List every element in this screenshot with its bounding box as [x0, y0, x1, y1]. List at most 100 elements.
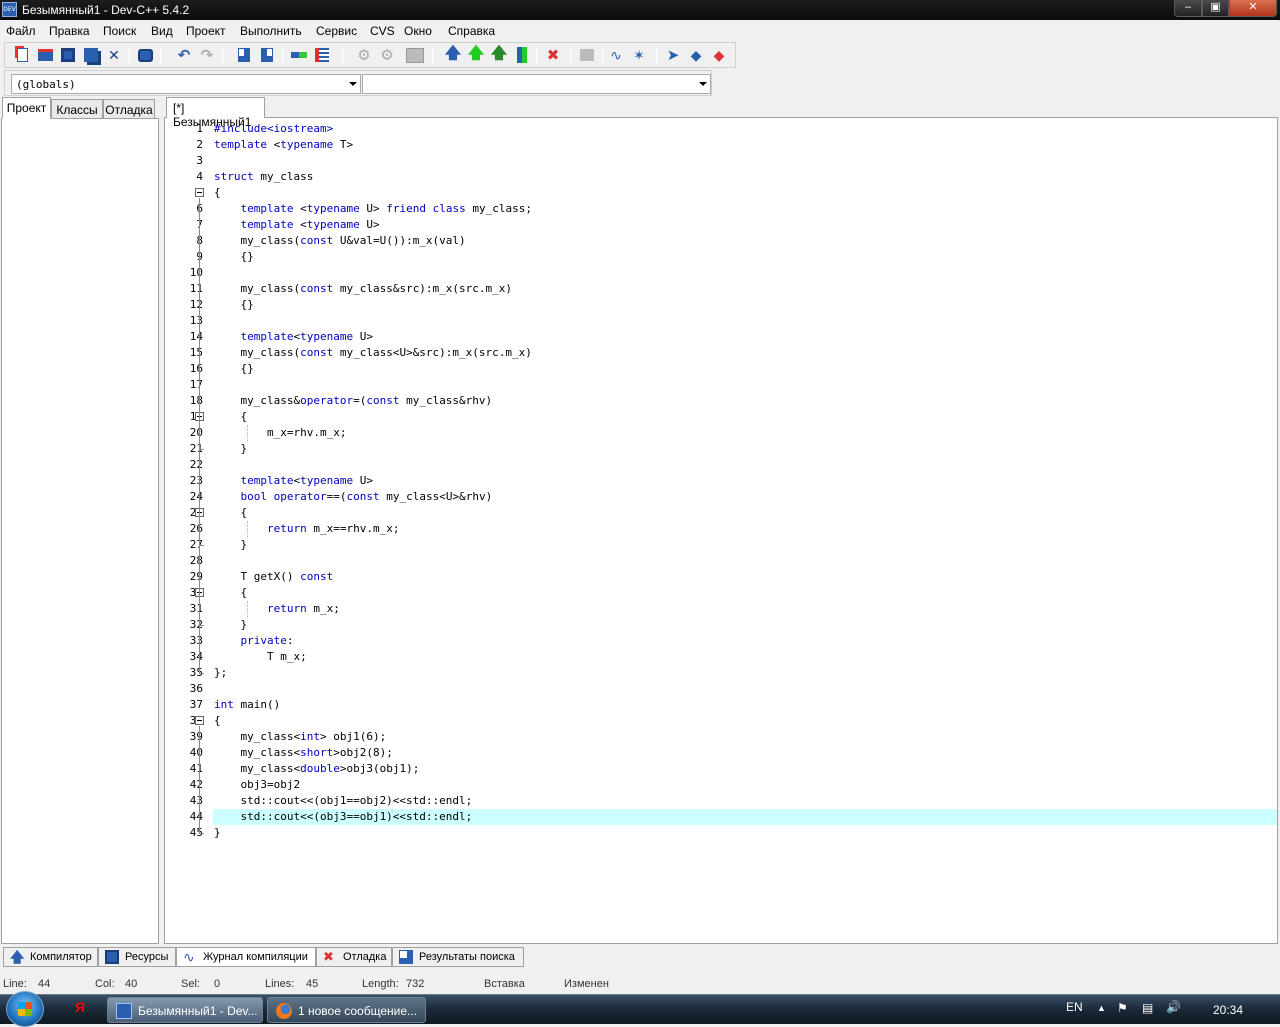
save-icon[interactable]	[59, 46, 77, 64]
code-line[interactable]: }	[213, 537, 1277, 553]
step-over-icon[interactable]: ✶	[630, 46, 648, 64]
menu-search[interactable]: Поиск	[103, 24, 136, 38]
code-line[interactable]	[213, 457, 1277, 473]
code-line[interactable]: {}	[213, 249, 1277, 265]
code-line[interactable]	[213, 553, 1277, 569]
code-line[interactable]: return m_x==rhv.m_x;	[213, 521, 1277, 537]
add-to-project-icon[interactable]: ⚙	[378, 46, 396, 64]
menu-cvs[interactable]: CVS	[370, 24, 395, 38]
new-project-icon[interactable]: ⚙	[355, 46, 373, 64]
menu-help[interactable]: Справка	[448, 24, 495, 38]
replace-icon[interactable]	[258, 46, 276, 64]
help-icon[interactable]: ◆	[687, 46, 705, 64]
code-line[interactable]: }	[213, 441, 1277, 457]
code-line[interactable]: obj3=obj2	[213, 777, 1277, 793]
add-watch-icon[interactable]: ∿	[607, 46, 625, 64]
volume-icon[interactable]: 🔊	[1166, 1000, 1181, 1014]
code-line[interactable]: m_x=rhv.m_x;	[213, 425, 1277, 441]
close-button[interactable]: ✕	[1229, 0, 1277, 17]
tab-compiler[interactable]: 🡅 Компилятор	[3, 947, 98, 967]
menu-project[interactable]: Проект	[186, 24, 226, 38]
code-line[interactable]: my_class&operator=(const my_class&rhv)	[213, 393, 1277, 409]
project-options-icon[interactable]	[406, 46, 424, 64]
code-line[interactable]: private:	[213, 633, 1277, 649]
code-line[interactable]: return m_x;	[213, 601, 1277, 617]
code-line[interactable]: template <typename T>	[213, 137, 1277, 153]
menu-run[interactable]: Выполнить	[240, 24, 302, 38]
code-line[interactable]: my_class<short>obj2(8);	[213, 745, 1277, 761]
debug-icon[interactable]: ✖	[544, 46, 562, 64]
code-line[interactable]: {}	[213, 361, 1277, 377]
code-line[interactable]	[213, 313, 1277, 329]
code-line[interactable]: #include<iostream>	[213, 121, 1277, 137]
menu-window[interactable]: Окно	[404, 24, 432, 38]
find-icon[interactable]	[235, 46, 253, 64]
clock[interactable]: 20:34	[1213, 1003, 1243, 1017]
tab-compile-log[interactable]: ∿ Журнал компиляции	[176, 947, 316, 967]
show-hidden-icons-icon[interactable]: ▲	[1097, 1003, 1106, 1013]
save-all-icon[interactable]	[82, 46, 100, 64]
menu-view[interactable]: Вид	[151, 24, 173, 38]
next-icon[interactable]: ➤	[664, 46, 682, 64]
code-line[interactable]: }	[213, 825, 1277, 841]
class-combo[interactable]: (globals)	[11, 74, 361, 94]
code-line[interactable]: template <typename U>	[213, 217, 1277, 233]
fold-toggle-icon[interactable]	[195, 716, 204, 725]
code-line[interactable]: my_class(const my_class<U>&src):m_x(src.…	[213, 345, 1277, 361]
rebuild-icon[interactable]	[513, 46, 531, 64]
code-line[interactable]: {	[213, 713, 1277, 729]
code-line[interactable]: my_class<double>obj3(obj1);	[213, 761, 1277, 777]
project-tree[interactable]	[1, 118, 159, 944]
code-line[interactable]	[213, 681, 1277, 697]
run-icon[interactable]: 🡅	[467, 45, 485, 64]
task-firefox[interactable]: 1 новое сообщение...	[267, 997, 426, 1023]
code-line[interactable]: template<typename U>	[213, 329, 1277, 345]
code-line[interactable]: template<typename U>	[213, 473, 1277, 489]
goto-icon[interactable]	[290, 46, 308, 64]
tab-classes[interactable]: Классы	[51, 99, 103, 119]
code-line[interactable]: bool operator==(const my_class<U>&rhv)	[213, 489, 1277, 505]
undo-icon[interactable]: ↶	[175, 46, 193, 64]
close-icon[interactable]: ✕	[105, 46, 123, 64]
tab-resources[interactable]: Ресурсы	[98, 947, 176, 967]
print-icon[interactable]	[136, 46, 154, 64]
code-line[interactable]: };	[213, 665, 1277, 681]
tab-debug-bottom[interactable]: ✖ Отладка	[316, 947, 392, 967]
about-icon[interactable]: ◆	[710, 46, 728, 64]
code-line[interactable]: my_class(const my_class&src):m_x(src.m_x…	[213, 281, 1277, 297]
menu-edit[interactable]: Правка	[49, 24, 90, 38]
code-line[interactable]: my_class(const U&val=U()):m_x(val)	[213, 233, 1277, 249]
fold-toggle-icon[interactable]	[195, 188, 204, 197]
code-line[interactable]: struct my_class	[213, 169, 1277, 185]
new-file-icon[interactable]	[13, 46, 31, 64]
code-line[interactable]: {	[213, 409, 1277, 425]
code-line[interactable]: T m_x;	[213, 649, 1277, 665]
code-line[interactable]: std::cout<<(obj3==obj1)<<std::endl;	[213, 809, 1277, 825]
menu-tools[interactable]: Сервис	[316, 24, 357, 38]
code-editor[interactable]: 1234567891011121314151617181920212223242…	[164, 117, 1278, 944]
code-line[interactable]: int main()	[213, 697, 1277, 713]
code-line[interactable]: }	[213, 617, 1277, 633]
action-center-flag-icon[interactable]: ⚑	[1117, 1001, 1128, 1015]
code-line[interactable]	[213, 153, 1277, 169]
editor-tab[interactable]: [*] Безымянный1	[166, 97, 265, 129]
code-line[interactable]: T getX() const	[213, 569, 1277, 585]
compile-icon[interactable]: 🡅	[444, 45, 462, 64]
code-line[interactable]	[213, 377, 1277, 393]
stop-icon[interactable]	[578, 46, 596, 64]
tab-debug[interactable]: Отладка	[103, 99, 155, 119]
toggle-bookmark-icon[interactable]	[313, 46, 331, 64]
code-line[interactable]: {	[213, 185, 1277, 201]
task-devcpp[interactable]: Безымянный1 - Dev...	[107, 997, 263, 1023]
code-line[interactable]: template <typename U> friend class my_cl…	[213, 201, 1277, 217]
tab-project[interactable]: Проект	[2, 97, 51, 119]
code-line[interactable]: my_class<int> obj1(6);	[213, 729, 1277, 745]
member-combo[interactable]	[362, 74, 711, 94]
code-line[interactable]: {	[213, 585, 1277, 601]
redo-icon[interactable]: ↷	[198, 46, 216, 64]
code-line[interactable]	[213, 265, 1277, 281]
minimize-button[interactable]: –	[1174, 0, 1202, 17]
start-button[interactable]	[6, 991, 44, 1027]
code-line[interactable]: std::cout<<(obj1==obj2)<<std::endl;	[213, 793, 1277, 809]
menu-file[interactable]: Файл	[6, 24, 36, 38]
